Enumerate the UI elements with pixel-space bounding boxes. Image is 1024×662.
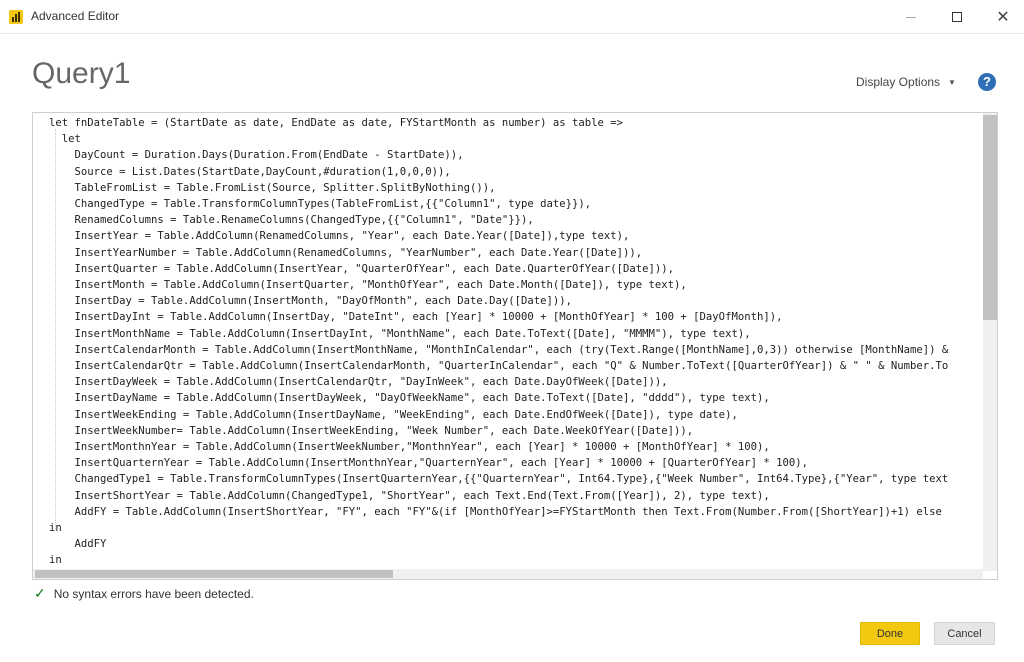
window-title: Advanced Editor	[31, 9, 120, 23]
title-bar: Advanced Editor ✕	[0, 0, 1024, 34]
code-line[interactable]: ChangedType1 = Table.TransformColumnType…	[49, 471, 949, 487]
code-line[interactable]: let fnDateTable = (StartDate as date, En…	[49, 115, 623, 131]
query-name: Query1	[32, 57, 131, 90]
code-line[interactable]: InsertMonthnYear = Table.AddColumn(Inser…	[49, 439, 770, 455]
code-line[interactable]: InsertYearNumber = Table.AddColumn(Renam…	[49, 245, 643, 261]
caret-down-icon: ▼	[948, 77, 956, 87]
code-line[interactable]: AddFY = Table.AddColumn(InsertShortYear,…	[49, 504, 942, 520]
code-line[interactable]: RenamedColumns = Table.RenameColumns(Cha…	[49, 212, 534, 228]
code-line[interactable]: InsertCalendarQtr = Table.AddColumn(Inse…	[49, 358, 949, 374]
code-line[interactable]: InsertDayWeek = Table.AddColumn(InsertCa…	[49, 374, 668, 390]
syntax-status-message: No syntax errors have been detected.	[53, 586, 254, 601]
code-line[interactable]: AddFY	[49, 536, 107, 552]
code-line[interactable]: TableFromList = Table.FromList(Source, S…	[49, 180, 496, 196]
display-options-label: Display Options	[856, 75, 941, 89]
vertical-scroll-thumb[interactable]	[983, 115, 997, 320]
display-options-dropdown[interactable]: Display Options ▼	[856, 75, 956, 89]
code-line[interactable]: InsertCalendarMonth = Table.AddColumn(In…	[49, 342, 949, 358]
checkmark-icon: ✓	[34, 585, 46, 601]
code-line[interactable]: Source = List.Dates(StartDate,DayCount,#…	[49, 164, 451, 180]
code-line[interactable]: InsertWeekEnding = Table.AddColumn(Inser…	[49, 407, 738, 423]
code-lines[interactable]: let fnDateTable = (StartDate as date, En…	[33, 113, 983, 571]
code-line[interactable]: InsertWeekNumber= Table.AddColumn(Insert…	[49, 423, 694, 439]
done-button[interactable]: Done	[860, 622, 920, 645]
horizontal-scroll-thumb[interactable]	[35, 570, 393, 578]
cancel-button[interactable]: Cancel	[934, 622, 995, 645]
code-line[interactable]: DayCount = Duration.Days(Duration.From(E…	[49, 147, 464, 163]
close-button[interactable]: ✕	[980, 0, 1024, 34]
code-line[interactable]: InsertDay = Table.AddColumn(InsertMonth,…	[49, 293, 573, 309]
code-line[interactable]: InsertMonth = Table.AddColumn(InsertQuar…	[49, 277, 687, 293]
code-line[interactable]: ChangedType = Table.TransformColumnTypes…	[49, 196, 592, 212]
code-line[interactable]: in	[49, 552, 62, 568]
code-line[interactable]: InsertYear = Table.AddColumn(RenamedColu…	[49, 228, 630, 244]
minimize-icon	[906, 16, 916, 18]
code-line[interactable]: InsertShortYear = Table.AddColumn(Change…	[49, 488, 770, 504]
syntax-status: ✓ No syntax errors have been detected.	[34, 585, 254, 602]
code-line[interactable]: InsertQuarter = Table.AddColumn(InsertYe…	[49, 261, 675, 277]
minimize-button[interactable]	[888, 0, 934, 34]
close-icon: ✕	[996, 9, 1010, 26]
code-line[interactable]: InsertDayInt = Table.AddColumn(InsertDay…	[49, 309, 783, 325]
code-line[interactable]: InsertDayName = Table.AddColumn(InsertDa…	[49, 390, 770, 406]
code-line[interactable]: InsertQuarternYear = Table.AddColumn(Ins…	[49, 455, 808, 471]
code-line[interactable]: let	[49, 131, 81, 147]
maximize-button[interactable]	[934, 0, 980, 34]
code-editor[interactable]: let fnDateTable = (StartDate as date, En…	[32, 112, 998, 580]
maximize-icon	[952, 12, 962, 22]
code-line[interactable]: InsertMonthName = Table.AddColumn(Insert…	[49, 326, 751, 342]
help-icon[interactable]: ?	[978, 73, 996, 91]
code-line[interactable]: in	[49, 520, 62, 536]
power-bi-icon	[9, 10, 23, 24]
vertical-scrollbar[interactable]	[983, 113, 997, 571]
horizontal-scrollbar[interactable]	[33, 569, 983, 579]
